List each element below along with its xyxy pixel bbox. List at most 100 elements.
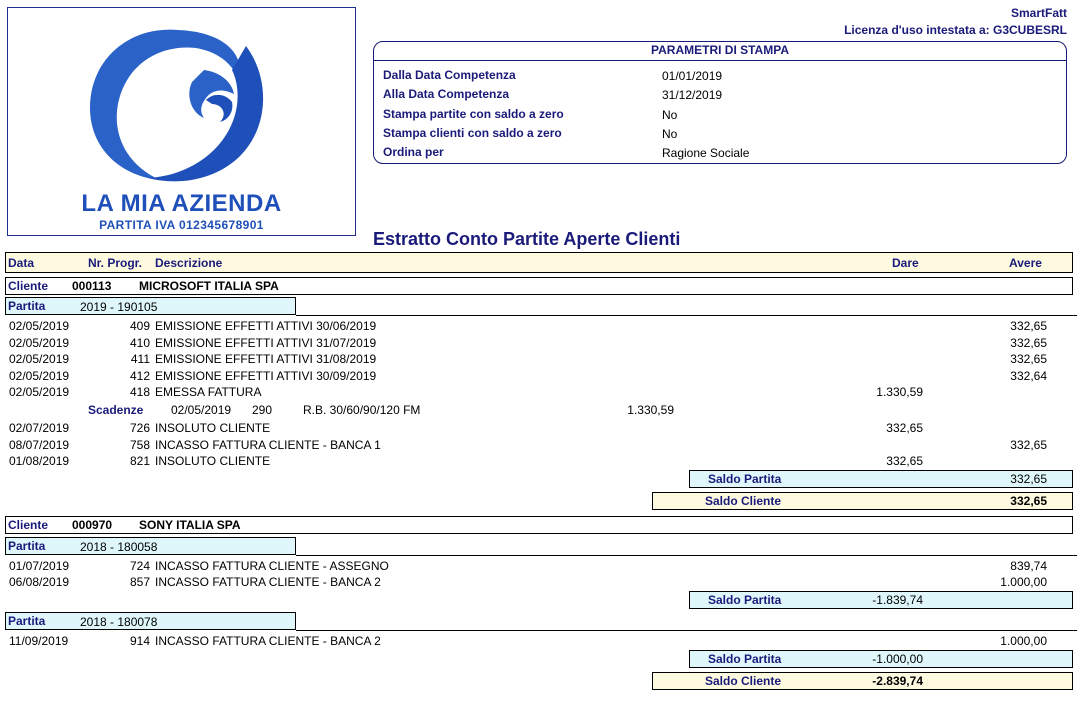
scadenza-desc: R.B. 30/60/90/120 FM xyxy=(303,403,421,417)
partita-divider xyxy=(296,630,1077,631)
partita-row: Partita 2018 - 180078 xyxy=(5,612,296,630)
movement-avere: 1.000,00 xyxy=(1000,575,1047,589)
saldo-partita-label: Saldo Partita xyxy=(708,652,782,666)
movement-desc: EMISSIONE EFFETTI ATTIVI 31/07/2019 xyxy=(155,336,377,350)
scadenza-nr: 290 xyxy=(252,403,273,417)
movement-dare: 1.330,59 xyxy=(876,385,923,399)
movement-nr: 410 xyxy=(129,336,150,350)
partita-id: 2019 - 190105 xyxy=(80,300,158,314)
client-code: 000970 xyxy=(72,518,113,532)
movement-date: 02/05/2019 xyxy=(9,352,70,366)
partita-label: Partita xyxy=(8,614,46,628)
movement-desc: EMESSA FATTURA xyxy=(155,385,262,399)
movement-row: 06/08/2019 857 INCASSO FATTURA CLIENTE -… xyxy=(0,575,1081,591)
company-logo: LA MIA AZIENDA PARTITA IVA 012345678901 xyxy=(7,7,356,236)
movement-nr: 758 xyxy=(129,438,150,452)
movement-date: 02/07/2019 xyxy=(9,421,70,435)
movement-date: 06/08/2019 xyxy=(9,575,70,589)
saldo-partita-label: Saldo Partita xyxy=(708,472,782,486)
movement-desc: EMISSIONE EFFETTI ATTIVI 30/09/2019 xyxy=(155,369,377,383)
report-title: Estratto Conto Partite Aperte Clienti xyxy=(373,229,681,249)
movement-avere: 332,64 xyxy=(1010,369,1047,383)
movement-date: 02/05/2019 xyxy=(9,336,70,350)
movement-avere: 1.000,00 xyxy=(1000,634,1047,648)
col-avere: Avere xyxy=(1009,256,1042,270)
partita-label: Partita xyxy=(8,539,46,553)
movement-nr: 726 xyxy=(129,421,150,435)
client-code: 000113 xyxy=(72,279,112,293)
movement-row: 08/07/2019 758 INCASSO FATTURA CLIENTE -… xyxy=(0,438,1081,454)
saldo-cliente-label: Saldo Cliente xyxy=(705,674,782,688)
movement-date: 02/05/2019 xyxy=(9,319,70,333)
saldo-cliente-dare: -2.839,74 xyxy=(872,674,923,688)
saldo-partita-dare: -1.839,74 xyxy=(872,593,923,607)
movement-dare: 332,65 xyxy=(886,454,923,468)
movement-nr: 409 xyxy=(129,319,150,333)
movement-desc: INSOLUTO CLIENTE xyxy=(155,454,271,468)
movement-avere: 839,74 xyxy=(1010,559,1047,573)
movement-date: 08/07/2019 xyxy=(9,438,70,452)
movement-avere: 332,65 xyxy=(1010,352,1047,366)
scadenze-row: Scadenze 02/05/2019 290 R.B. 30/60/90/12… xyxy=(0,403,1081,419)
param-value: 01/01/2019 xyxy=(662,69,723,83)
movement-avere: 332,65 xyxy=(1010,336,1047,350)
col-descrizione: Descrizione xyxy=(155,256,223,270)
saldo-partita-dare: -1.000,00 xyxy=(872,652,923,666)
partita-label: Partita xyxy=(8,299,46,313)
partita-id: 2018 - 180058 xyxy=(80,540,158,554)
scadenze-label: Scadenze xyxy=(88,403,144,417)
movement-date: 01/08/2019 xyxy=(9,454,70,468)
saldo-partita-label: Saldo Partita xyxy=(708,593,782,607)
movement-date: 11/09/2019 xyxy=(9,634,69,648)
movement-avere: 332,65 xyxy=(1010,438,1047,452)
movement-nr: 857 xyxy=(129,575,150,589)
client-name: MICROSOFT ITALIA SPA xyxy=(139,279,279,293)
movement-nr: 411 xyxy=(130,352,150,366)
movement-row: 02/07/2019 726 INSOLUTO CLIENTE 332,65 xyxy=(0,421,1081,437)
movement-nr: 914 xyxy=(129,634,150,648)
client-label: Cliente xyxy=(8,518,49,532)
param-label: Alla Data Competenza xyxy=(383,87,510,101)
col-dare: Dare xyxy=(892,256,919,270)
movement-row: 02/05/2019 412 EMISSIONE EFFETTI ATTIVI … xyxy=(0,369,1081,385)
movement-desc: EMISSIONE EFFETTI ATTIVI 31/08/2019 xyxy=(155,352,377,366)
movement-row: 02/05/2019 410 EMISSIONE EFFETTI ATTIVI … xyxy=(0,336,1081,352)
param-label: Dalla Data Competenza xyxy=(383,68,516,82)
saldo-cliente: Saldo Cliente 332,65 xyxy=(652,492,1073,510)
movement-row: 02/05/2019 411 EMISSIONE EFFETTI ATTIVI … xyxy=(0,352,1081,368)
saldo-partita: Saldo Partita 332,65 xyxy=(689,470,1073,488)
partita-divider xyxy=(296,555,1077,556)
app-name: SmartFatt xyxy=(1010,6,1067,20)
saldo-cliente-avere: 332,65 xyxy=(1010,494,1047,508)
param-value: No xyxy=(662,127,678,141)
movement-desc: INSOLUTO CLIENTE xyxy=(155,421,271,435)
param-value: 31/12/2019 xyxy=(662,88,723,102)
partita-row: Partita 2018 - 180058 xyxy=(5,537,296,555)
param-label: Ordina per xyxy=(383,145,444,159)
movement-date: 02/05/2019 xyxy=(9,385,70,399)
movement-dare: 332,65 xyxy=(886,421,923,435)
movement-date: 01/07/2019 xyxy=(9,559,70,573)
saldo-partita: Saldo Partita -1.000,00 xyxy=(689,650,1073,668)
params-divider xyxy=(374,60,1066,61)
param-value: No xyxy=(662,108,678,122)
movement-date: 02/05/2019 xyxy=(9,369,70,383)
movement-avere: 332,65 xyxy=(1010,319,1047,333)
param-value: Ragione Sociale xyxy=(662,146,750,160)
param-label: Stampa partite con saldo a zero xyxy=(383,107,564,121)
movement-desc: INCASSO FATTURA CLIENTE - BANCA 2 xyxy=(155,575,381,589)
saldo-partita: Saldo Partita -1.839,74 xyxy=(689,591,1073,609)
partita-id: 2018 - 180078 xyxy=(80,615,158,629)
saldo-cliente-label: Saldo Cliente xyxy=(705,494,782,508)
movement-desc: EMISSIONE EFFETTI ATTIVI 30/06/2019 xyxy=(155,319,377,333)
saldo-cliente: Saldo Cliente -2.839,74 xyxy=(652,672,1073,690)
column-header: Data Nr. Progr. Descrizione Dare Avere xyxy=(5,252,1073,273)
print-parameters-box: PARAMETRI DI STAMPA Dalla Data Competenz… xyxy=(373,41,1067,164)
partita-row: Partita 2019 - 190105 xyxy=(5,297,296,315)
license-text: Licenza d'uso intestata a: G3CUBESRL xyxy=(844,23,1067,37)
movement-nr: 724 xyxy=(129,559,150,573)
movement-desc: INCASSO FATTURA CLIENTE - BANCA 2 xyxy=(155,634,381,648)
client-row: Cliente 000113 MICROSOFT ITALIA SPA xyxy=(5,277,1073,295)
params-title: PARAMETRI DI STAMPA xyxy=(651,43,789,57)
movement-row: 01/08/2019 821 INSOLUTO CLIENTE 332,65 xyxy=(0,454,1081,470)
